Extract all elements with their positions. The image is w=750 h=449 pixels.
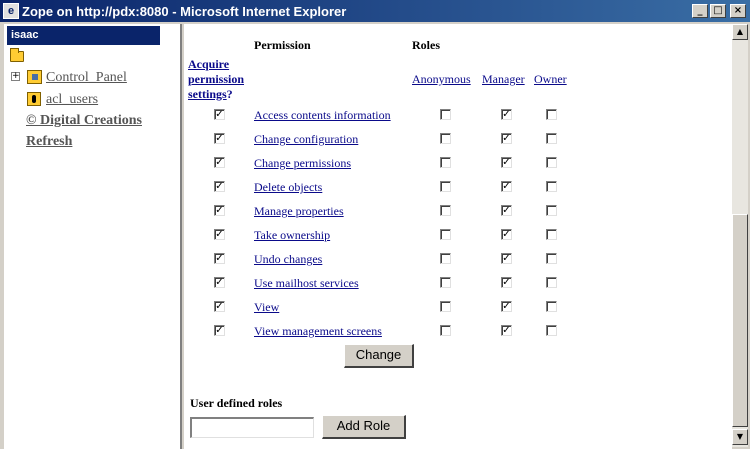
anonymous-checkbox[interactable]	[440, 109, 451, 120]
user-defined-roles-label: User defined roles	[190, 396, 283, 410]
owner-checkbox[interactable]	[546, 301, 557, 312]
acl-users-icon	[27, 92, 41, 106]
permission-link[interactable]: Undo changes	[254, 252, 322, 267]
anonymous-checkbox[interactable]	[440, 157, 451, 168]
manager-checkbox[interactable]: ✓	[501, 205, 512, 216]
acquire-header: Acquire permission settings?	[188, 57, 244, 102]
role-manager[interactable]: Manager	[482, 72, 525, 87]
anonymous-checkbox[interactable]	[440, 301, 451, 312]
ie-icon: e	[3, 3, 19, 19]
control-panel-icon	[27, 70, 42, 84]
acquire-checkbox[interactable]: ✓	[214, 109, 225, 120]
scroll-down-arrow-icon[interactable]: ▼	[732, 429, 748, 445]
permission-link[interactable]: View	[254, 300, 279, 315]
manager-checkbox[interactable]: ✓	[501, 109, 512, 120]
permission-link[interactable]: Take ownership	[254, 228, 330, 243]
manager-checkbox[interactable]: ✓	[501, 157, 512, 168]
owner-checkbox[interactable]	[546, 181, 557, 192]
refresh-link[interactable]: Refresh	[26, 134, 72, 150]
acquire-checkbox[interactable]: ✓	[214, 133, 225, 144]
root-folder-icon[interactable]	[10, 48, 24, 62]
tree-item-acl-users[interactable]: acl_users	[46, 92, 98, 108]
anonymous-checkbox[interactable]	[440, 133, 451, 144]
anonymous-checkbox[interactable]	[440, 205, 451, 216]
permission-link[interactable]: Change permissions	[254, 156, 351, 171]
acquire-link-line3[interactable]: settings	[188, 87, 227, 101]
acquire-checkbox[interactable]: ✓	[214, 301, 225, 312]
user-bar: isaac	[7, 26, 160, 45]
change-button[interactable]: Change	[344, 344, 414, 368]
owner-checkbox[interactable]	[546, 253, 557, 264]
navigation-frame: isaac + Control_Panel acl_users © Digita…	[4, 24, 182, 449]
manager-checkbox[interactable]: ✓	[501, 229, 512, 240]
owner-checkbox[interactable]	[546, 229, 557, 240]
new-role-input[interactable]	[190, 417, 314, 438]
acquire-checkbox[interactable]: ✓	[214, 253, 225, 264]
scroll-up-arrow-icon[interactable]: ▲	[732, 24, 748, 40]
vertical-scrollbar[interactable]: ▲ ▼	[732, 24, 748, 447]
acquire-link-line2[interactable]: permission	[188, 72, 244, 86]
owner-checkbox[interactable]	[546, 109, 557, 120]
acquire-checkbox[interactable]: ✓	[214, 325, 225, 336]
digital-creations-link[interactable]: © Digital Creations	[26, 113, 142, 129]
main-frame: Permission Roles Acquire permission sett…	[184, 24, 732, 449]
scroll-thumb[interactable]	[732, 214, 748, 427]
anonymous-checkbox[interactable]	[440, 253, 451, 264]
permission-link[interactable]: Use mailhost services	[254, 276, 359, 291]
owner-checkbox[interactable]	[546, 133, 557, 144]
permission-link[interactable]: Manage properties	[254, 204, 344, 219]
manager-checkbox[interactable]: ✓	[501, 253, 512, 264]
role-owner[interactable]: Owner	[534, 72, 567, 87]
minimize-button[interactable]: _	[692, 4, 708, 18]
window-title: Zope on http://pdx:8080 - Microsoft Inte…	[22, 3, 347, 19]
anonymous-checkbox[interactable]	[440, 229, 451, 240]
permission-link[interactable]: Access contents information	[254, 108, 391, 123]
manager-checkbox[interactable]: ✓	[501, 133, 512, 144]
manager-checkbox[interactable]: ✓	[501, 277, 512, 288]
manager-checkbox[interactable]: ✓	[501, 301, 512, 312]
permission-link[interactable]: View management screens	[254, 324, 382, 339]
anonymous-checkbox[interactable]	[440, 325, 451, 336]
acquire-link-line1[interactable]: Acquire	[188, 57, 229, 71]
manager-checkbox[interactable]: ✓	[501, 181, 512, 192]
owner-checkbox[interactable]	[546, 205, 557, 216]
permission-link[interactable]: Delete objects	[254, 180, 322, 195]
acquire-checkbox[interactable]: ✓	[214, 181, 225, 192]
expand-icon[interactable]: +	[11, 72, 20, 81]
tree-item-control-panel[interactable]: Control_Panel	[46, 70, 127, 86]
owner-checkbox[interactable]	[546, 325, 557, 336]
role-anonymous[interactable]: Anonymous	[412, 72, 471, 87]
maximize-button[interactable]: □	[710, 4, 726, 18]
acquire-checkbox[interactable]: ✓	[214, 229, 225, 240]
window-titlebar: e Zope on http://pdx:8080 - Microsoft In…	[0, 0, 750, 22]
close-button[interactable]: ×	[730, 4, 746, 18]
permission-link[interactable]: Change configuration	[254, 132, 358, 147]
anonymous-checkbox[interactable]	[440, 181, 451, 192]
add-role-button[interactable]: Add Role	[322, 415, 406, 439]
permission-header: Permission	[254, 38, 311, 52]
owner-checkbox[interactable]	[546, 157, 557, 168]
roles-header: Roles	[412, 38, 440, 52]
acquire-checkbox[interactable]: ✓	[214, 277, 225, 288]
acquire-suffix: ?	[226, 87, 233, 101]
manager-checkbox[interactable]: ✓	[501, 325, 512, 336]
acquire-checkbox[interactable]: ✓	[214, 205, 225, 216]
acquire-checkbox[interactable]: ✓	[214, 157, 225, 168]
owner-checkbox[interactable]	[546, 277, 557, 288]
anonymous-checkbox[interactable]	[440, 277, 451, 288]
